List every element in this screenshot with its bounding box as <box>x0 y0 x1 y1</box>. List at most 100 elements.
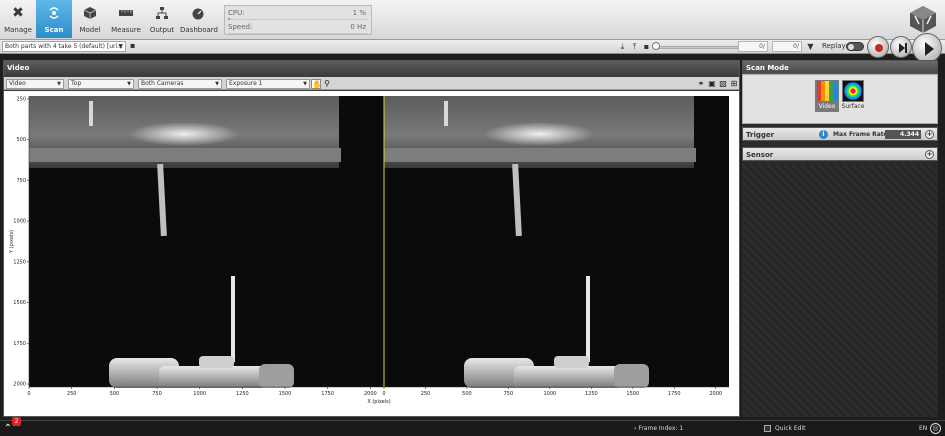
language-label[interactable]: EN <box>919 425 927 432</box>
cpu-usage-bar <box>228 18 230 20</box>
replay-label: Replay <box>822 42 846 50</box>
zoom-icon[interactable]: ⚲ <box>322 79 332 89</box>
x-tick-label: 1250 <box>585 391 598 397</box>
max-frame-rate-value: 4.344 <box>885 130 921 139</box>
expand-plus-icon[interactable]: + <box>925 130 934 139</box>
info-icon[interactable]: i <box>819 130 828 139</box>
view-select[interactable]: Video ▼ <box>6 79 64 89</box>
surface-mode-icon <box>842 80 864 102</box>
side-select[interactable]: Top ▼ <box>68 79 134 89</box>
fit-view-icon[interactable]: ▣ <box>707 79 717 89</box>
scan-icon <box>46 6 62 20</box>
max-frame-rate-label: Max Frame Rate: <box>833 131 891 138</box>
x-tick-label: 500 <box>110 391 120 397</box>
quick-edit-checkbox[interactable] <box>764 425 771 432</box>
video-panel-title: Video <box>4 61 739 75</box>
tool-dashboard[interactable]: Dashboard <box>180 0 218 38</box>
notification-badge[interactable]: 2 <box>12 417 21 426</box>
x-tick-label: 1250 <box>236 391 249 397</box>
status-bar: ⌃ 2 › Frame Index: 1 Quick Edit EN ◎ <box>0 417 945 436</box>
side-panel: Scan Mode Video Surface Trigger i Max Fr… <box>742 60 938 417</box>
play-icon <box>913 34 941 62</box>
step-forward-icon <box>891 37 911 57</box>
sensor-header[interactable]: Sensor + <box>742 147 938 161</box>
gauge-icon <box>190 6 206 20</box>
video-viewport[interactable]: 250 500 750 1000 1250 1500 1750 2000 0 250 500 750… <box>4 91 739 416</box>
y-axis-label: Y (pixels) <box>9 230 15 254</box>
fullscreen-icon[interactable]: ⊞ <box>729 79 739 89</box>
scan-mode-header: Scan Mode <box>742 60 938 74</box>
record-button[interactable] <box>867 36 889 58</box>
x-tick-label: 0 <box>27 391 30 397</box>
performance-stats: CPU: 1 % Speed: 0 Hz <box>224 5 372 35</box>
download-icon[interactable]: ⤓ <box>618 41 627 52</box>
cpu-stat: CPU: 1 % <box>228 8 368 20</box>
y-tick-label: 1500 <box>13 300 26 306</box>
network-icon <box>154 6 170 20</box>
frame-end-field[interactable]: 0/ <box>772 41 802 52</box>
chevron-down-icon: ▼ <box>118 43 123 50</box>
app-window: ✖ Manage Scan Model Measure Output Dashb… <box>0 0 945 436</box>
mode-surface-button[interactable]: Surface <box>841 80 865 112</box>
y-tick-label: 500 <box>16 137 26 143</box>
tool-manage[interactable]: ✖ Manage <box>0 0 36 38</box>
job-select[interactable]: Both parts with 4 take 5 (default) [uri.… <box>2 41 126 52</box>
tool-measure[interactable]: Measure <box>108 0 144 38</box>
mode-video-button[interactable]: Video <box>815 80 839 112</box>
x-tick-label: 500 <box>462 391 472 397</box>
y-tick-label: 750 <box>16 178 26 184</box>
trigger-header[interactable]: Trigger i Max Frame Rate: 4.344 + <box>742 127 938 141</box>
y-tick-label: 2000 <box>13 382 26 388</box>
pan-hand-icon[interactable]: ✋ <box>311 79 322 89</box>
chevron-down-icon: ▼ <box>303 81 307 87</box>
x-tick-label: 2000 <box>364 391 377 397</box>
y-tick-label: 1750 <box>13 341 26 347</box>
globe-icon[interactable]: ◎ <box>930 423 941 434</box>
camera-right-image <box>384 96 729 388</box>
filter-icon[interactable]: ▼ <box>806 41 815 52</box>
x-tick-label: 250 <box>67 391 77 397</box>
upload-icon[interactable]: ⤒ <box>630 41 639 52</box>
ruler-icon <box>118 6 134 20</box>
snapshot-icon[interactable]: ▧ <box>718 79 728 89</box>
x-tick-label: 750 <box>504 391 514 397</box>
x-tick-label: 1000 <box>193 391 206 397</box>
x-tick-label: 1750 <box>321 391 334 397</box>
replay-toggle[interactable] <box>846 42 864 51</box>
tool-output[interactable]: Output <box>144 0 180 38</box>
x-tick-label: 0 <box>382 391 385 397</box>
save-icon[interactable]: ▪ <box>130 41 139 51</box>
step-button[interactable] <box>890 36 912 58</box>
scan-mode-body: Video Surface <box>742 74 938 124</box>
x-tick-label: 1500 <box>279 391 292 397</box>
play-button[interactable] <box>912 33 942 63</box>
main-toolbar: ✖ Manage Scan Model Measure Output Dashb… <box>0 0 945 40</box>
x-tick-label: 1750 <box>668 391 681 397</box>
job-bar: Both parts with 4 take 5 (default) [uri.… <box>0 40 945 54</box>
tool-scan[interactable]: Scan <box>36 0 72 38</box>
replay-slider-handle[interactable] <box>652 42 660 50</box>
y-tick-label: 1000 <box>13 219 26 225</box>
expand-plus-icon[interactable]: + <box>925 150 934 159</box>
video-mode-icon <box>816 80 838 102</box>
camera-select[interactable]: Both Cameras ▼ <box>138 79 222 89</box>
x-tick-label: 1000 <box>543 391 556 397</box>
chevron-down-icon: ▼ <box>57 81 61 87</box>
y-tick-label: 1250 <box>13 259 26 265</box>
link-icon[interactable]: ⚭ <box>696 79 706 89</box>
video-controls: Video ▼ Top ▼ Both Cameras ▼ Exposure 1 ▼ ✋ … <box>4 77 739 90</box>
frame-index: › Frame Index: 1 <box>634 425 684 432</box>
app-logo-icon <box>907 4 939 34</box>
side-panel-body <box>742 164 938 417</box>
x-tick-label: 2000 <box>709 391 722 397</box>
wrench-screwdriver-icon: ✖ <box>12 5 24 21</box>
speed-stat: Speed: 0 Hz <box>228 22 368 34</box>
delete-icon[interactable]: ▪ <box>642 41 651 52</box>
tool-model[interactable]: Model <box>72 0 108 38</box>
y-tick-label: 250 <box>16 97 26 103</box>
x-axis-label: X (pixels) <box>367 399 390 405</box>
x-tick-label: 1500 <box>626 391 639 397</box>
chevron-down-icon: ▼ <box>215 81 219 87</box>
frame-start-field[interactable]: 0/ <box>738 41 768 52</box>
exposure-select[interactable]: Exposure 1 ▼ <box>226 79 310 89</box>
